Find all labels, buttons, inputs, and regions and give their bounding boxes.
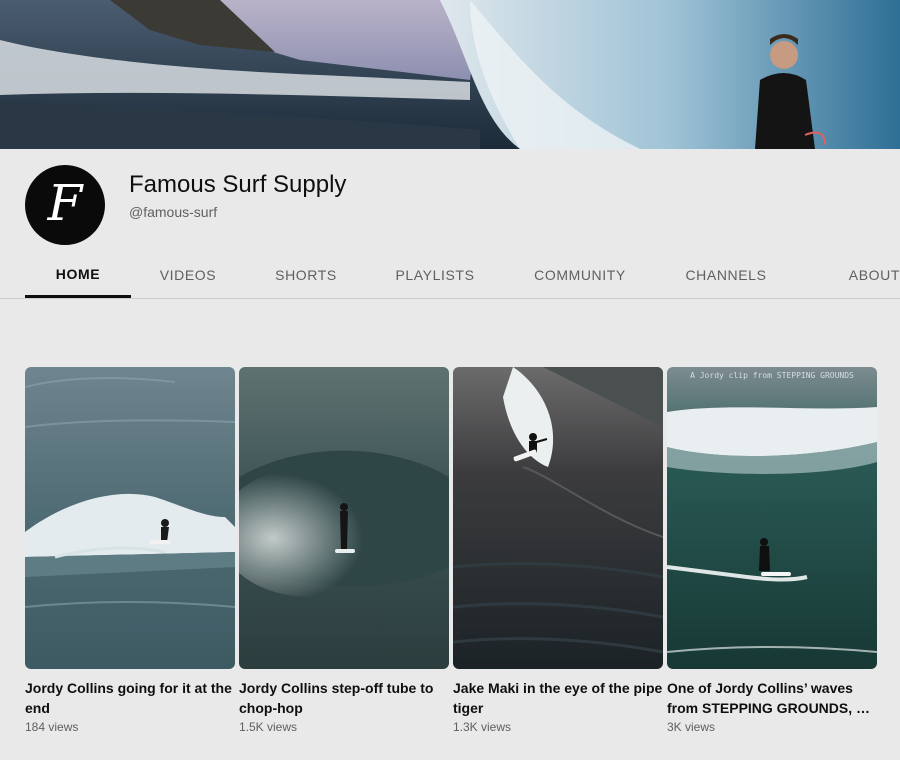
shorts-shelf: Jordy Collins going for it at the end 18… [25,367,877,747]
short-views: 1.5K views [239,720,298,734]
channel-handle: @famous-surf [129,204,218,220]
short-card[interactable]: A Jordy clip from STEPPING GROUNDS One o… [667,367,877,734]
tabs-divider [0,298,900,299]
short-thumbnail[interactable] [239,367,449,669]
short-views: 184 views [25,720,79,734]
short-card[interactable]: Jordy Collins step-off tube to chop-hop … [239,367,449,734]
tab-playlists[interactable]: PLAYLISTS [367,252,503,298]
avatar-logo: F [47,174,83,232]
video-overlay-caption: A Jordy clip from STEPPING GROUNDS [690,371,854,380]
short-views: 3K views [667,720,716,734]
short-title[interactable]: One of Jordy Collins’ waves from STEPPIN… [667,678,877,718]
short-title[interactable]: Jordy Collins going for it at the end [25,678,235,718]
tab-shorts[interactable]: SHORTS [245,252,367,298]
short-thumbnail[interactable] [25,367,235,669]
tab-channels[interactable]: CHANNELS [657,252,795,298]
short-thumbnail[interactable] [453,367,663,669]
short-title[interactable]: Jordy Collins step-off tube to chop-hop [239,678,449,718]
tab-videos[interactable]: VIDEOS [131,252,245,298]
banner-image [0,0,900,149]
channel-banner [0,0,900,149]
tab-community[interactable]: COMMUNITY [503,252,657,298]
tab-about[interactable]: ABOUT [795,252,900,298]
channel-avatar[interactable]: F [25,165,105,245]
short-card[interactable]: Jake Maki in the eye of the pipe tiger 1… [453,367,663,734]
tab-home[interactable]: HOME [25,252,131,298]
channel-tabs: HOME VIDEOS SHORTS PLAYLISTS COMMUNITY C… [25,252,900,298]
short-views: 1.3K views [453,720,512,734]
short-thumbnail[interactable]: A Jordy clip from STEPPING GROUNDS [667,367,877,669]
short-card[interactable]: Jordy Collins going for it at the end 18… [25,367,235,734]
short-title[interactable]: Jake Maki in the eye of the pipe tiger [453,678,663,718]
channel-name: Famous Surf Supply [129,171,347,198]
